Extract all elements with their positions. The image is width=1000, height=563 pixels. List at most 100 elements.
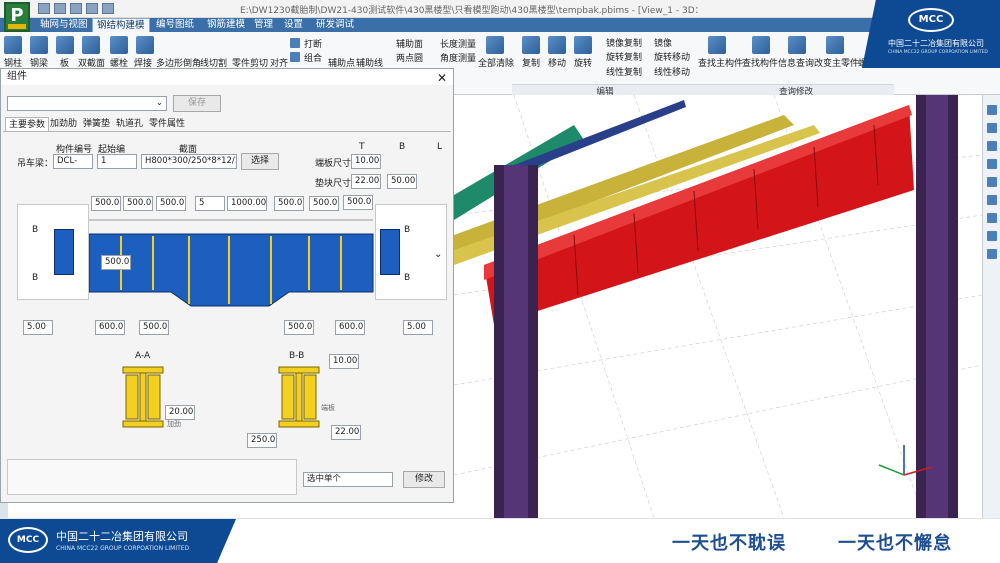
view-tool-icon-4[interactable] bbox=[987, 159, 997, 169]
tool-info-query[interactable]: 信息查询 bbox=[778, 56, 814, 69]
tool-mirror[interactable]: 镜像 bbox=[654, 36, 672, 49]
menu-steel-modeling[interactable]: 钢结构建模 bbox=[92, 18, 150, 32]
find-member-icon[interactable] bbox=[752, 36, 770, 54]
tab-part-properties[interactable]: 零件属性 bbox=[146, 117, 188, 131]
close-icon[interactable]: ✕ bbox=[437, 70, 447, 86]
tool-rotate-move[interactable]: 旋转移动 bbox=[654, 50, 690, 63]
redo-icon[interactable] bbox=[102, 3, 114, 14]
top-dim-input-4[interactable]: 5 bbox=[195, 196, 225, 211]
bottom-dim-input-1[interactable]: 5.00 bbox=[23, 320, 53, 335]
aa-stiffener-input[interactable]: 20.00 bbox=[165, 405, 195, 420]
bb-top-input[interactable]: 10.00 bbox=[329, 354, 359, 369]
app-logo[interactable]: P bbox=[4, 2, 30, 32]
height-input[interactable]: 500.00 bbox=[101, 255, 131, 270]
select-section-button[interactable]: 选择 bbox=[241, 153, 279, 170]
view-tool-icon-3[interactable] bbox=[987, 141, 997, 151]
find-main-member-icon[interactable] bbox=[708, 36, 726, 54]
view-tool-icon-7[interactable] bbox=[987, 213, 997, 223]
top-dim-input-6[interactable]: 500.00 bbox=[274, 196, 304, 211]
top-dim-input-2[interactable]: 500.00 bbox=[123, 196, 153, 211]
combine-icon[interactable] bbox=[290, 52, 300, 62]
tool-aux-plane[interactable]: 辅助面 bbox=[396, 37, 423, 50]
menu-rebar-modeling[interactable]: 钢筋建模 bbox=[203, 18, 249, 32]
top-dim-input-1[interactable]: 500.00 bbox=[91, 196, 121, 211]
new-icon[interactable] bbox=[38, 3, 50, 14]
break-icon[interactable] bbox=[290, 38, 300, 48]
open-icon[interactable] bbox=[54, 3, 66, 14]
steel-column-icon[interactable] bbox=[4, 36, 22, 54]
bb-width-input[interactable]: 250.00 bbox=[247, 433, 277, 448]
tool-clear-all[interactable]: 全部清除 bbox=[478, 56, 514, 69]
section-select[interactable]: H800*300/250*8*12/10 bbox=[141, 154, 237, 169]
view-tool-icon-9[interactable] bbox=[987, 249, 997, 259]
bottom-dim-input-2[interactable]: 600.00 bbox=[95, 320, 125, 335]
end-plate-t-input[interactable]: 10.00 bbox=[351, 154, 381, 169]
pad-t-input[interactable]: 22.00 bbox=[351, 174, 381, 189]
view-tool-icon-2[interactable] bbox=[987, 123, 997, 133]
member-code-input[interactable]: DCL- bbox=[53, 154, 93, 169]
group-query-label: 查询修改 bbox=[698, 84, 894, 97]
menu-settings[interactable]: 设置 bbox=[280, 18, 307, 32]
tool-linear-copy[interactable]: 线性复制 bbox=[606, 65, 642, 78]
move-icon[interactable] bbox=[548, 36, 566, 54]
undo-icon[interactable] bbox=[86, 3, 98, 14]
steel-beam-icon[interactable] bbox=[30, 36, 48, 54]
plate-icon[interactable] bbox=[56, 36, 74, 54]
tab-stiffener[interactable]: 加劲肋 bbox=[47, 117, 80, 131]
bottom-dim-input-5[interactable]: 600.00 bbox=[335, 320, 365, 335]
col-l-label: L bbox=[437, 142, 443, 152]
bottom-dim-input-4[interactable]: 500.00 bbox=[284, 320, 314, 335]
tool-mirror-copy[interactable]: 镜像复制 bbox=[606, 36, 642, 49]
start-number-input[interactable]: 1 bbox=[97, 154, 137, 169]
tool-find-member[interactable]: 查找构件 bbox=[742, 56, 778, 69]
preset-select[interactable]: ⌄ bbox=[7, 96, 167, 111]
select-mode-dropdown[interactable]: 选中单个 bbox=[303, 472, 393, 487]
view-tool-icon-1[interactable] bbox=[987, 105, 997, 115]
tool-length-measure[interactable]: 长度测量 bbox=[440, 37, 476, 50]
pad-b-input[interactable]: 50.00 bbox=[387, 174, 417, 189]
tool-copy[interactable]: 复制 bbox=[522, 56, 540, 69]
menu-manage[interactable]: 管理 bbox=[250, 18, 277, 32]
menu-dev-debug[interactable]: 研发调试 bbox=[312, 18, 358, 32]
model-3d-view[interactable] bbox=[454, 95, 982, 518]
clear-all-icon[interactable] bbox=[486, 36, 504, 54]
top-dim-input-7[interactable]: 500.00 bbox=[309, 196, 339, 211]
bolt-icon[interactable] bbox=[110, 36, 128, 54]
top-dim-input-8[interactable]: 500.00 bbox=[343, 195, 373, 210]
top-dim-input-5[interactable]: 1000.00 bbox=[227, 196, 267, 211]
viewport-3d[interactable] bbox=[454, 95, 982, 518]
tool-break[interactable]: 打断 bbox=[304, 37, 322, 50]
bottom-dim-input-3[interactable]: 500.00 bbox=[139, 320, 169, 335]
copy-icon[interactable] bbox=[522, 36, 540, 54]
view-tool-icon-6[interactable] bbox=[987, 195, 997, 205]
modify-button[interactable]: 修改 bbox=[403, 471, 445, 488]
tool-combine[interactable]: 组合 bbox=[304, 51, 322, 64]
tool-linear-move[interactable]: 线性移动 bbox=[654, 65, 690, 78]
tab-main-params[interactable]: 主要参数 bbox=[5, 117, 50, 131]
tab-rail-hole[interactable]: 轨道孔 bbox=[113, 117, 146, 131]
tab-spring-pad[interactable]: 弹簧垫 bbox=[80, 117, 113, 131]
tool-two-point-circle[interactable]: 两点圆 bbox=[396, 51, 423, 64]
dialog-title-bar[interactable]: 组件 ✕ bbox=[1, 69, 453, 85]
menu-axis-view[interactable]: 轴网与视图 bbox=[36, 18, 92, 32]
rotate-icon[interactable] bbox=[574, 36, 592, 54]
top-dim-input-3[interactable]: 500.00 bbox=[156, 196, 186, 211]
tool-move[interactable]: 移动 bbox=[548, 56, 566, 69]
view-tool-icon-8[interactable] bbox=[987, 231, 997, 241]
tool-rotate-copy[interactable]: 旋转复制 bbox=[606, 50, 642, 63]
save-icon[interactable] bbox=[70, 3, 82, 14]
change-main-part-icon[interactable] bbox=[826, 36, 844, 54]
tool-rotate[interactable]: 旋转 bbox=[574, 56, 592, 69]
double-section-icon[interactable] bbox=[82, 36, 100, 54]
bottom-dim-input-6[interactable]: 5.00 bbox=[403, 320, 433, 335]
chevron-down-icon[interactable]: ⌄ bbox=[434, 249, 442, 260]
view-tool-icon-5[interactable] bbox=[987, 177, 997, 187]
tool-find-main-member[interactable]: 查找主构件 bbox=[698, 56, 743, 69]
save-button[interactable]: 保存 bbox=[173, 95, 221, 112]
weld-icon[interactable] bbox=[136, 36, 154, 54]
tool-change-main-part[interactable]: 改变主零件 bbox=[814, 56, 859, 69]
info-query-icon[interactable] bbox=[788, 36, 806, 54]
menu-numbering-drawings[interactable]: 编号图纸 bbox=[152, 18, 198, 32]
bb-pad-input[interactable]: 22.00 bbox=[331, 425, 361, 440]
tool-angle-measure[interactable]: 角度测量 bbox=[440, 51, 476, 64]
